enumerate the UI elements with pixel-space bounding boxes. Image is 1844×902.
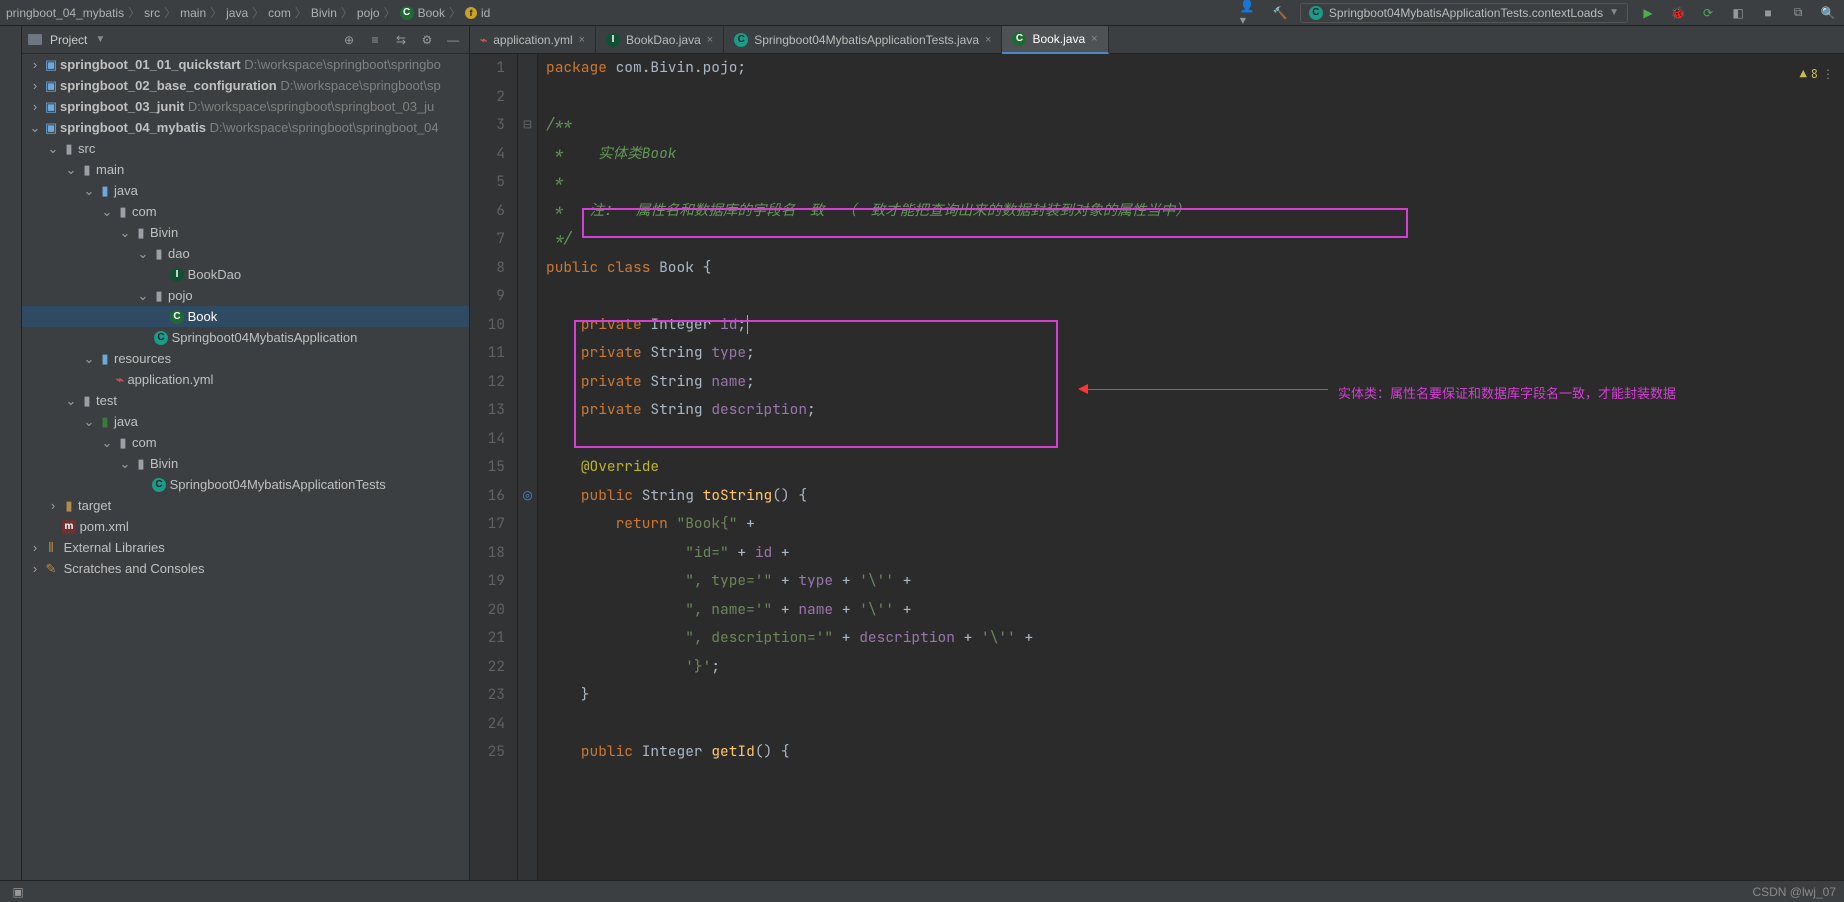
fold-gutter[interactable]: ⊟ ◎	[518, 54, 538, 880]
warning-icon: ▲	[1800, 60, 1807, 89]
spring-class-icon: C	[154, 331, 168, 345]
git-button[interactable]: ⧉	[1788, 3, 1808, 23]
run-configuration-selector[interactable]: C Springboot04MybatisApplicationTests.co…	[1300, 3, 1628, 23]
spring-class-icon: C	[734, 33, 748, 47]
tree-item-file: ⌁ application.yml	[22, 369, 469, 390]
yml-icon: ⌁	[116, 372, 124, 388]
maven-icon: m	[62, 520, 76, 534]
tree-item-folder: ⌄▮java	[22, 180, 469, 201]
hide-panel-icon[interactable]: —	[443, 30, 463, 50]
close-icon[interactable]: ×	[579, 34, 585, 46]
tree-item-package: ⌄▮Bivin	[22, 453, 469, 474]
chevron-down-icon: ▼	[1609, 7, 1619, 18]
crumb-pojo[interactable]: pojo	[357, 6, 380, 20]
crumb-main[interactable]: main	[180, 6, 206, 20]
tree-item-scratches: ›✎ Scratches and Consoles	[22, 558, 469, 579]
crumb-com[interactable]: com	[268, 6, 291, 20]
crumb-src[interactable]: src	[144, 6, 160, 20]
interface-icon: I	[606, 33, 620, 47]
close-icon[interactable]: ×	[707, 34, 713, 46]
tree-item-class: C Springboot04MybatisApplicationTests	[22, 474, 469, 495]
debug-button[interactable]: 🐞	[1668, 3, 1688, 23]
tree-item-module: ›▣springboot_02_base_configuration D:\wo…	[22, 75, 469, 96]
tree-item-external-libs: ›⫴ External Libraries	[22, 537, 469, 558]
project-tree[interactable]: ›▣springboot_01_01_quickstart D:\workspa…	[22, 54, 469, 880]
run-config-icon: C	[1309, 6, 1323, 20]
yml-icon: ⌁	[480, 33, 487, 47]
profile-button[interactable]: ◧	[1728, 3, 1748, 23]
status-bar: ▣ CSDN @lwj_07	[0, 880, 1844, 902]
inspections-count: 8	[1811, 60, 1818, 89]
select-opened-file-icon[interactable]: ⊕	[339, 30, 359, 50]
tree-item-file: m pom.xml	[22, 516, 469, 537]
close-icon[interactable]: ×	[1091, 33, 1097, 45]
editor-tabs: ⌁ application.yml × I BookDao.java × C S…	[470, 26, 1844, 54]
watermark: CSDN @lwj_07	[1752, 885, 1836, 899]
search-everywhere-icon[interactable]: 🔍	[1818, 3, 1838, 23]
class-icon: C	[1012, 32, 1026, 46]
tree-item-class-selected: C Book	[22, 306, 469, 327]
annotation-text: 实体类：属性名要保证和数据库字段名一致，才能封装数据	[1338, 380, 1676, 409]
tree-item-package: ⌄▮dao	[22, 243, 469, 264]
tree-item-module: ›▣springboot_01_01_quickstart D:\workspa…	[22, 54, 469, 75]
run-button[interactable]: ▶	[1638, 3, 1658, 23]
close-icon[interactable]: ×	[985, 34, 991, 46]
tab-book[interactable]: C Book.java ×	[1002, 26, 1108, 54]
field-icon: f	[465, 7, 477, 19]
tree-item-folder: ›▮target	[22, 495, 469, 516]
collapse-all-icon[interactable]: ⇆	[391, 30, 411, 50]
crumb-module[interactable]: pringboot_04_mybatis	[6, 6, 124, 20]
tree-item-interface: I BookDao	[22, 264, 469, 285]
arrow-line	[1088, 389, 1328, 390]
tree-item-module: ›▣springboot_03_junit D:\workspace\sprin…	[22, 96, 469, 117]
project-icon	[28, 34, 42, 45]
project-panel-title: Project	[50, 33, 87, 47]
more-icon[interactable]: ⋮	[1822, 60, 1834, 89]
tree-item-folder: ⌄▮resources	[22, 348, 469, 369]
crumb-book[interactable]: Book	[418, 6, 445, 20]
tree-item-folder: ⌄▮src	[22, 138, 469, 159]
gear-icon[interactable]: ⚙	[417, 30, 437, 50]
interface-icon: I	[170, 268, 184, 282]
code-editor[interactable]: 123456789 1011121314151617 1819202122232…	[470, 54, 1844, 880]
tab-apptests[interactable]: C Springboot04MybatisApplicationTests.ja…	[724, 26, 1002, 54]
user-icon[interactable]: 👤▾	[1240, 3, 1260, 23]
crumb-bivin[interactable]: Bivin	[311, 6, 337, 20]
spring-test-class-icon: C	[152, 478, 166, 492]
tree-item-folder: ⌄▮java	[22, 411, 469, 432]
tree-item-folder: ⌄▮test	[22, 390, 469, 411]
tree-item-folder: ⌄▮main	[22, 159, 469, 180]
class-icon: C	[170, 310, 184, 324]
expand-all-icon[interactable]: ≡	[365, 30, 385, 50]
project-tool-window: Project ▼ ⊕ ≡ ⇆ ⚙ — ›▣springboot_01_01_q…	[22, 26, 470, 880]
tree-item-package: ⌄▮pojo	[22, 285, 469, 306]
tree-item-module: ⌄▣springboot_04_mybatis D:\workspace\spr…	[22, 117, 469, 138]
tree-item-class: C Springboot04MybatisApplication	[22, 327, 469, 348]
stop-button[interactable]: ■	[1758, 3, 1778, 23]
tree-item-package: ⌄▮com	[22, 432, 469, 453]
crumb-java[interactable]: java	[226, 6, 248, 20]
class-icon: C	[400, 6, 414, 20]
inspections-indicator[interactable]: ▲ 8 ⋮	[1800, 60, 1834, 89]
crumb-id[interactable]: id	[481, 6, 490, 20]
line-number-gutter[interactable]: 123456789 1011121314151617 1819202122232…	[470, 54, 518, 880]
tree-item-package: ⌄▮com	[22, 201, 469, 222]
coverage-button[interactable]: ⟳	[1698, 3, 1718, 23]
chevron-down-icon[interactable]: ▼	[95, 34, 105, 45]
build-icon[interactable]: 🔨	[1270, 3, 1290, 23]
tool-windows-icon[interactable]: ▣	[8, 882, 28, 902]
breadcrumb[interactable]: pringboot_04_mybatis 〉 src 〉 main 〉 java…	[6, 4, 490, 21]
left-tool-stripe[interactable]	[0, 26, 22, 880]
tab-bookdao[interactable]: I BookDao.java ×	[596, 26, 724, 54]
tab-application-yml[interactable]: ⌁ application.yml ×	[470, 26, 596, 54]
run-config-label: Springboot04MybatisApplicationTests.cont…	[1329, 6, 1603, 20]
arrow-icon	[1078, 384, 1088, 394]
tree-item-package: ⌄▮Bivin	[22, 222, 469, 243]
